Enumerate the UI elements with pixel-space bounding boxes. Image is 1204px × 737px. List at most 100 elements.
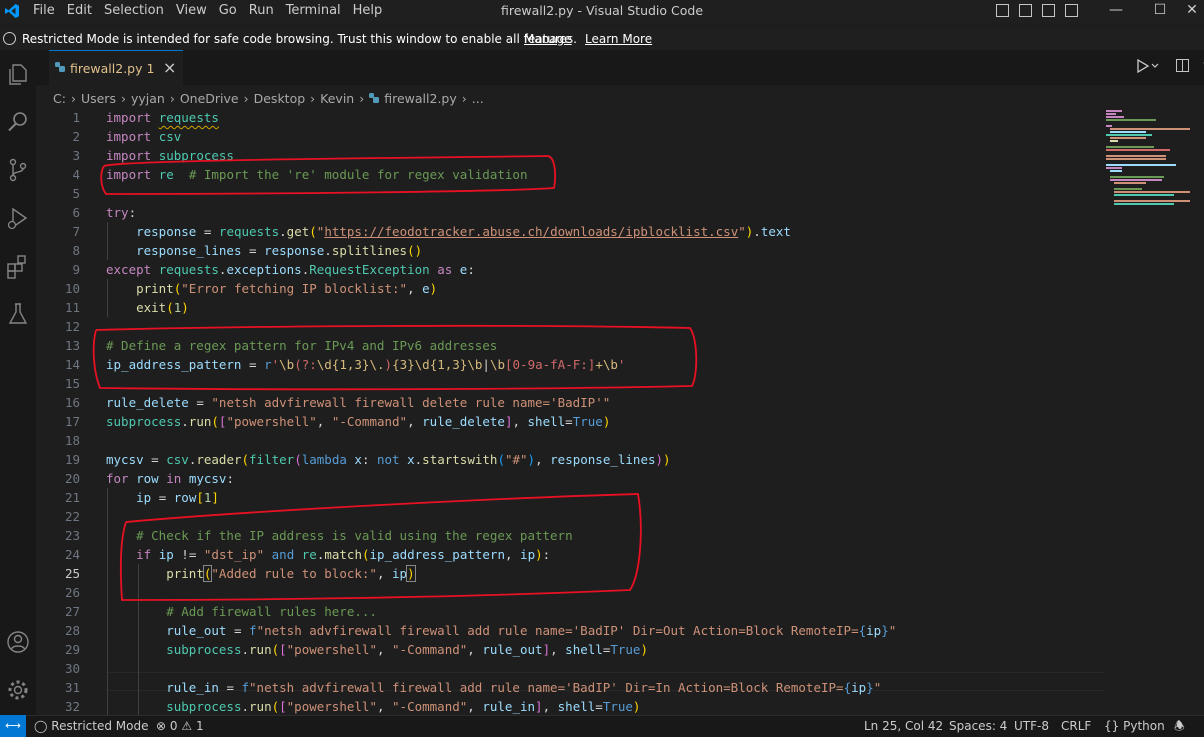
line-number: 10 — [64, 281, 80, 296]
learn-more-link[interactable]: Learn More — [585, 28, 652, 50]
code-line: 29 subprocess.run(["powershell", "-Comma… — [36, 640, 1104, 659]
code-line: 18 — [36, 431, 1104, 450]
menu-edit[interactable]: Edit — [67, 0, 100, 22]
line-code: # Define a regex pattern for IPv4 and IP… — [106, 338, 498, 353]
tab-label: firewall2.py 1 — [70, 61, 155, 76]
code-line: 6 try: — [36, 203, 1104, 222]
breadcrumb-desktop[interactable]: Desktop — [254, 91, 306, 106]
menu-go[interactable]: Go — [219, 0, 245, 22]
breadcrumb-onedrive[interactable]: OneDrive — [180, 91, 239, 106]
line-number: 12 — [64, 319, 80, 334]
menu-terminal[interactable]: Terminal — [286, 0, 349, 22]
minimap-line — [1114, 194, 1174, 196]
breadcrumb-drive[interactable]: C: — [53, 91, 66, 106]
minimap[interactable] — [1104, 108, 1190, 715]
line-code: response_lines = response.splitlines() — [136, 243, 423, 258]
menu-file[interactable]: File — [33, 0, 63, 22]
language-mode[interactable]: {} Python — [1104, 716, 1165, 737]
line-number: 23 — [64, 528, 80, 543]
line-code: # Check if the IP address is valid using… — [136, 528, 573, 543]
code-line: 21 ip = row[1] — [36, 488, 1104, 507]
restricted-mode-indicator[interactable]: ◯ Restricted Mode — [34, 716, 148, 737]
line-number: 17 — [64, 414, 80, 429]
line-number: 16 — [64, 395, 80, 410]
explorer-icon[interactable] — [4, 60, 32, 88]
toggle-primary-sidebar-icon[interactable] — [996, 4, 1009, 17]
shield-icon: ◯ — [34, 719, 48, 733]
toggle-panel-icon[interactable] — [1019, 4, 1032, 17]
close-window-button[interactable]: ✕ — [1170, 0, 1204, 22]
customize-layout-icon[interactable] — [1065, 4, 1078, 17]
line-number: 19 — [64, 452, 80, 467]
breadcrumb-users[interactable]: Users — [81, 91, 116, 106]
menu-view[interactable]: View — [176, 0, 215, 22]
minimap-line — [1106, 116, 1124, 118]
accounts-icon[interactable] — [4, 628, 32, 656]
line-code: import requests — [106, 110, 219, 125]
bell-icon[interactable]: 🕭 — [1174, 716, 1185, 737]
breadcrumb-file[interactable]: firewall2.py — [384, 91, 457, 106]
chevron-right-icon: › — [461, 90, 467, 106]
end-of-line[interactable]: CRLF — [1061, 716, 1091, 737]
indentation[interactable]: Spaces: 4 — [949, 716, 1007, 737]
line-code: subprocess.run(["powershell", "-Command"… — [106, 414, 611, 429]
tab-problem-count: 1 — [146, 61, 155, 76]
breadcrumb-user[interactable]: yyjan — [131, 91, 165, 106]
testing-icon[interactable] — [4, 300, 32, 328]
vscode-logo-icon — [4, 3, 20, 19]
line-number: 28 — [64, 623, 80, 638]
cursor-position[interactable]: Ln 25, Col 42 — [864, 716, 943, 737]
extensions-icon[interactable] — [4, 252, 32, 280]
warning-count: 1 — [195, 719, 204, 733]
toggle-secondary-sidebar-icon[interactable] — [1042, 4, 1055, 17]
search-icon[interactable] — [4, 108, 32, 136]
breadcrumb-symbols[interactable]: ... — [472, 91, 484, 106]
minimize-button[interactable]: — — [1094, 0, 1138, 22]
line-code: mycsv = csv.reader(filter(lambda x: not … — [106, 452, 671, 467]
restricted-mode-banner: Restricted Mode is intended for safe cod… — [0, 28, 1204, 50]
menu-run[interactable]: Run — [249, 0, 282, 22]
chevron-right-icon: › — [169, 90, 175, 106]
line-code: if ip != "dst_ip" and re.match(ip_addres… — [136, 547, 551, 562]
minimap-line — [1106, 125, 1112, 127]
line-code: print("Error fetching IP blocklist:", e) — [136, 281, 438, 296]
line-code: for row in mycsv: — [106, 471, 234, 486]
manage-link[interactable]: Manage — [524, 28, 572, 50]
line-number: 11 — [64, 300, 80, 315]
code-line: 20 for row in mycsv: — [36, 469, 1104, 488]
tab-firewall2[interactable]: firewall2.py 1 × — [49, 50, 183, 85]
code-line: 15 — [36, 374, 1104, 393]
minimap-line — [1110, 179, 1162, 181]
line-number: 2 — [72, 129, 80, 144]
split-editor-icon[interactable] — [1176, 59, 1189, 72]
menu-selection[interactable]: Selection — [104, 0, 172, 22]
code-line: 11 exit(1) — [36, 298, 1104, 317]
minimap-line — [1106, 110, 1122, 112]
activity-bar — [0, 50, 36, 715]
run-icon[interactable] — [1137, 59, 1159, 73]
run-debug-icon[interactable] — [4, 204, 32, 232]
close-tab-icon[interactable]: × — [163, 58, 176, 77]
line-number: 20 — [64, 471, 80, 486]
line-number: 21 — [64, 490, 80, 505]
line-number: 25 — [64, 566, 80, 581]
line-code: rule_delete = "netsh advfirewall firewal… — [106, 395, 611, 410]
vertical-scrollbar[interactable] — [1190, 108, 1204, 715]
code-line: 26 — [36, 583, 1104, 602]
code-line: 12 — [36, 317, 1104, 336]
code-editor[interactable]: 1 import requests 2 import csv 3 import sub… — [36, 108, 1104, 715]
code-line: 17 subprocess.run(["powershell", "-Comman… — [36, 412, 1104, 431]
menu-help[interactable]: Help — [353, 0, 391, 22]
line-number: 3 — [72, 148, 80, 163]
settings-gear-icon[interactable] — [4, 676, 32, 704]
remote-icon[interactable]: ⟷ — [0, 715, 26, 737]
breadcrumb-kevin[interactable]: Kevin — [320, 91, 354, 106]
line-number: 26 — [64, 585, 80, 600]
editor-tab-bar: firewall2.py 1 × ⋯ — [36, 50, 1204, 85]
encoding[interactable]: UTF-8 — [1014, 716, 1049, 737]
source-control-icon[interactable] — [4, 156, 32, 184]
line-code: import subprocess — [106, 148, 234, 163]
line-number: 8 — [72, 243, 80, 258]
banner-message: Restricted Mode is intended for safe cod… — [22, 32, 577, 46]
problems-indicator[interactable]: ⊗ 0 ⚠ 1 — [156, 716, 204, 737]
